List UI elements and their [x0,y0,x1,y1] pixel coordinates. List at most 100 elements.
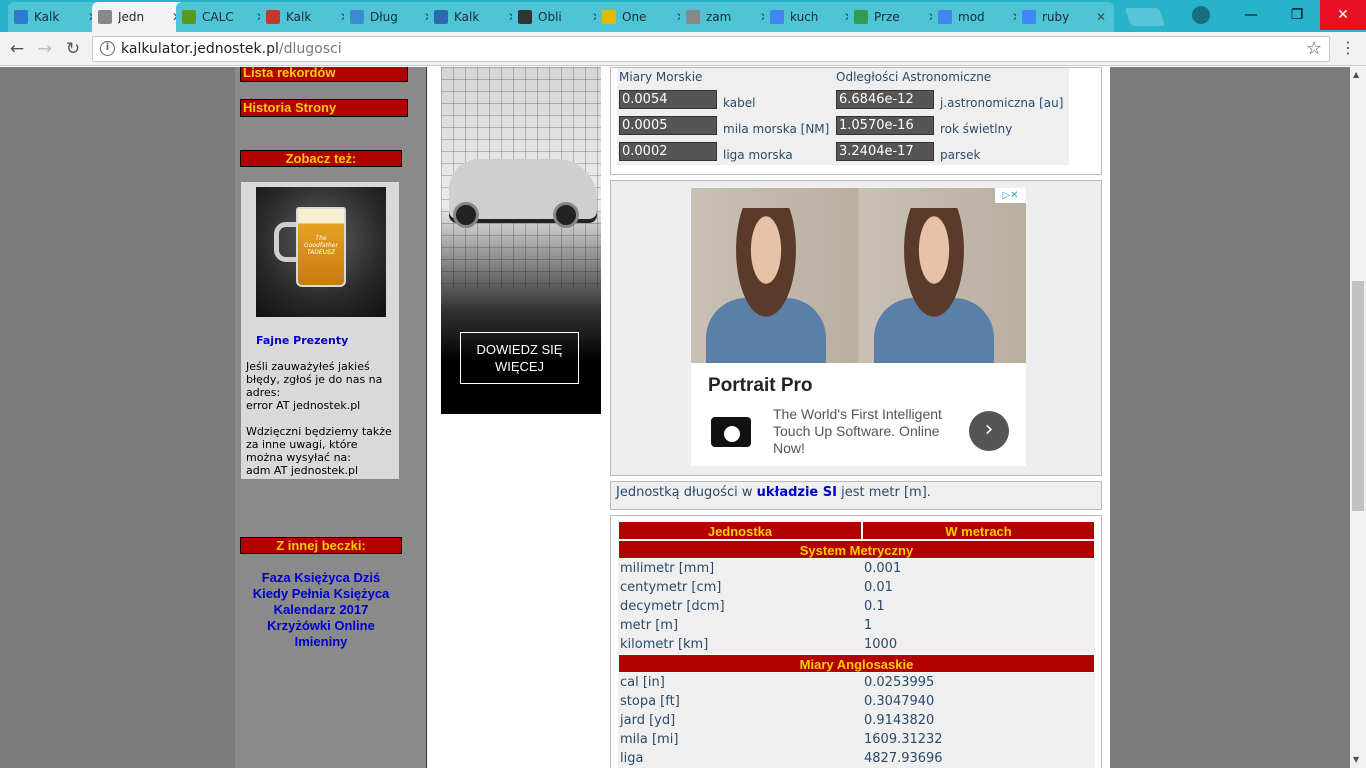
value-cell: 0.1 [864,599,885,614]
ad-photo: ▷✕ [691,188,1026,363]
parsec-field[interactable]: 3.2404e-17 [836,142,934,161]
si-note-pre: Jednostką długości w [616,485,757,500]
scroll-down-icon[interactable]: ▼ [1353,755,1359,764]
crosswords-link[interactable]: Krzyżówki Online [240,618,402,634]
marine-league-field[interactable]: 0.0002 [619,142,717,161]
gifts-link[interactable]: Fajne Prezenty [256,334,348,347]
section-header: System Metryczny [618,540,1095,559]
table-row: mila [mi] 1609.31232 [618,730,1095,749]
converter-panel: Miary Morskie Odległości Astronomiczne 0… [610,67,1102,175]
value-cell: 4827.93696 [864,751,943,766]
unit-cell: cal [in] [620,675,665,690]
model-figure [731,208,801,328]
car-advertisement[interactable]: DOWIEDZ SIĘ WIĘCEJ [441,67,601,414]
unit-cell: stopa [ft] [620,694,680,709]
units-table-panel: Jednostka W metrach System Metryczny mil… [610,515,1102,768]
value-cell: 1609.31232 [864,732,943,747]
ad-title[interactable]: Portrait Pro [708,375,813,397]
reload-button[interactable]: ↻ [62,38,84,60]
unit-cell: centymetr [cm] [620,580,722,595]
admin-email: adm AT jednostek.pl [246,464,359,477]
tab-title: Kalk [286,10,312,24]
si-note-post: jest metr [m]. [836,485,931,500]
profile-icon[interactable] [1192,6,1210,24]
mug-engraving: The Goodfather TADEUSZ [304,235,338,256]
info-icon[interactable]: i [100,41,115,56]
units-table: Jednostka W metrach System Metryczny mil… [618,521,1095,768]
restore-button[interactable]: ❐ [1274,0,1320,30]
see-also-heading: Zobacz też: [240,150,402,167]
light-year-field[interactable]: 1.0570e-16 [836,116,934,135]
url-path: /dlugosci [278,41,342,57]
sheet-icon [854,10,868,24]
converter-inner: Miary Morskie Odległości Astronomiczne 0… [617,68,1069,165]
scroll-up-icon[interactable]: ▲ [1353,70,1359,79]
percent-icon [266,10,280,24]
address-bar[interactable]: kalkulator.jednostek.pl/dlugosci [92,36,1330,62]
google-icon [938,10,952,24]
table-row: decymetr [dcm] 0.1 [618,597,1095,616]
value-cell: 1 [864,618,873,633]
tab-title: Kalk [454,10,480,24]
col-unit-header: Jednostka [618,521,862,540]
car-wheel [553,202,579,228]
other-heading: Z innej beczki: [240,537,402,554]
minimize-button[interactable]: — [1228,0,1274,30]
kabel-field[interactable]: 0.0054 [619,90,717,109]
au-label: j.astronomiczna [au] [940,96,1064,110]
full-moon-link[interactable]: Kiedy Pełnia Księżyca [240,586,402,602]
learn-more-button[interactable]: DOWIEDZ SIĘ WIĘCEJ [460,332,579,384]
au-field[interactable]: 6.6846e-12 [836,90,934,109]
tab-title: Dług [370,10,398,24]
parsec-label: parsek [940,148,981,162]
kabel-label: kabel [723,96,756,110]
close-window-button[interactable]: ✕ [1320,0,1366,30]
unit-cell: liga [620,751,644,766]
chevron-right-icon[interactable]: › [969,411,1009,451]
section-header: Miary Anglosaskie [618,654,1095,673]
unit-cell: milimetr [mm] [620,561,715,576]
car-wheel [453,202,479,228]
feedback-note: Wdzięczni będziemy także za inne uwagi, … [246,425,392,464]
col-meters-header: W metrach [862,521,1095,540]
beer-mug-image[interactable]: The Goodfather TADEUSZ [256,187,386,317]
adchoices-icon[interactable]: ▷✕ [995,188,1026,203]
ad-container: ▷✕ Portrait Pro The World's First Intell… [610,180,1102,476]
tab-title: Jedn [118,10,145,24]
unit-cell: jard [yd] [620,713,676,728]
cap-icon [518,10,532,24]
back-button[interactable]: ← [6,38,28,60]
tab-title: One [622,10,647,24]
si-link[interactable]: układzie SI [757,485,837,500]
namedays-link[interactable]: Imieniny [240,634,402,650]
close-tab-icon[interactable]: ✕ [1094,10,1108,24]
marine-title: Miary Morskie [619,70,703,84]
calendar-link[interactable]: Kalendarz 2017 [240,602,402,618]
si-note: Jednostką długości w układzie SI jest me… [610,481,1102,510]
other-links: Faza Księżyca Dziś Kiedy Pełnia Księżyca… [240,570,402,650]
value-cell: 0.001 [864,561,902,576]
value-cell: 0.01 [864,580,893,595]
tab-title: zam [706,10,732,24]
portrait-pro-ad[interactable]: ▷✕ Portrait Pro The World's First Intell… [691,188,1026,466]
browser-menu-icon[interactable]: ⋮ [1340,38,1356,57]
ad-description: The World's First Intelligent Touch Up S… [773,406,942,456]
tab-title: CALC [202,10,234,24]
light-year-label: rok świetlny [940,122,1013,136]
tab-12[interactable]: ruby ✕ [1016,2,1114,32]
bookmark-star-icon[interactable]: ☆ [1306,38,1322,59]
table-row: metr [m] 1 [618,616,1095,635]
vertical-scrollbar[interactable]: ▲ ▼ [1350,67,1366,768]
records-link[interactable]: Lista rekordów [240,67,408,82]
c-icon [350,10,364,24]
table-row: jard [yd] 0.9143820 [618,711,1095,730]
scroll-thumb[interactable] [1352,281,1364,511]
moon-phase-link[interactable]: Faza Księżyca Dziś [240,570,402,586]
nautical-mile-field[interactable]: 0.0005 [619,116,717,135]
history-link[interactable]: Historia Strony [240,99,408,117]
astro-title: Odległości Astronomiczne [836,70,992,84]
forward-button[interactable]: → [34,38,56,60]
page-icon [686,10,700,24]
new-tab-button[interactable] [1124,8,1166,26]
unit-cell: mila [mi] [620,732,679,747]
